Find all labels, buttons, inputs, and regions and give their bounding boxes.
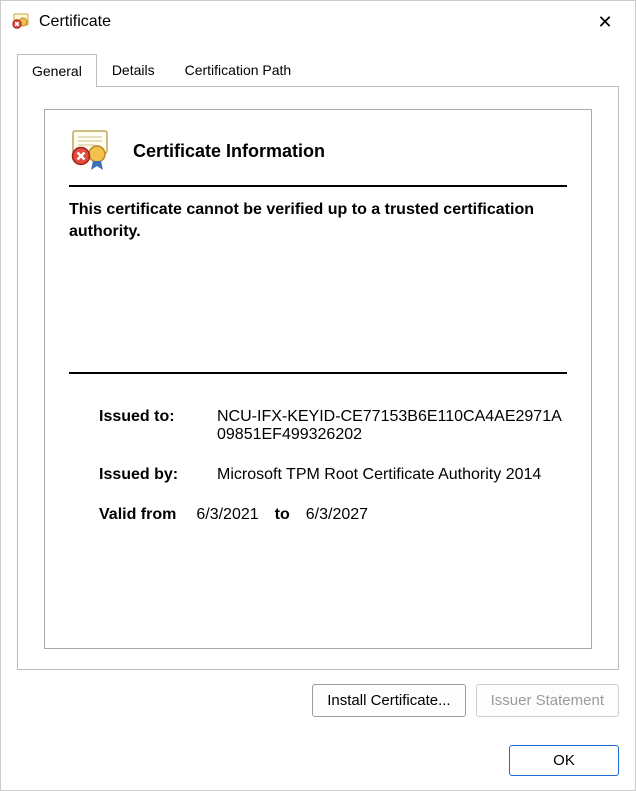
tab-details[interactable]: Details: [97, 53, 170, 86]
certificate-details: Issued to: NCU-IFX-KEYID-CE77153B6E110CA…: [69, 394, 567, 546]
certificate-ribbon-icon: [69, 128, 117, 175]
install-certificate-button[interactable]: Install Certificate...: [312, 684, 465, 717]
issued-to-value: NCU-IFX-KEYID-CE77153B6E110CA4AE2971A098…: [217, 408, 567, 444]
spacer: [69, 252, 567, 372]
dialog-footer: OK: [1, 731, 635, 790]
close-icon: ✕: [597, 12, 612, 33]
divider-top: [69, 185, 567, 187]
tab-page-general: Certificate Information This certificate…: [17, 86, 619, 670]
certificate-warning-text: This certificate cannot be verified up t…: [69, 199, 567, 242]
tab-button-row: Install Certificate... Issuer Statement: [17, 684, 619, 717]
certificate-error-icon: [11, 12, 31, 32]
issued-to-label: Issued to:: [99, 408, 217, 444]
valid-to-date: 6/3/2027: [306, 506, 368, 524]
close-button[interactable]: ✕: [585, 1, 625, 43]
certificate-panel: Certificate Information This certificate…: [44, 109, 592, 649]
client-area: General Details Certification Path: [1, 43, 635, 731]
tab-certification-path[interactable]: Certification Path: [170, 53, 307, 86]
issued-by-value: Microsoft TPM Root Certificate Authority…: [217, 466, 567, 484]
issued-to-row: Issued to: NCU-IFX-KEYID-CE77153B6E110CA…: [99, 408, 567, 444]
window-title: Certificate: [39, 13, 585, 31]
titlebar: Certificate ✕: [1, 1, 635, 43]
tab-general[interactable]: General: [17, 54, 97, 87]
certificate-dialog: Certificate ✕ General Details Certificat…: [0, 0, 636, 791]
issued-by-label: Issued by:: [99, 466, 217, 484]
valid-from-row: Valid from 6/3/2021 to 6/3/2027: [99, 506, 567, 524]
valid-to-label: to: [275, 506, 290, 524]
certificate-header: Certificate Information: [69, 118, 567, 185]
issued-by-row: Issued by: Microsoft TPM Root Certificat…: [99, 466, 567, 484]
issuer-statement-button: Issuer Statement: [476, 684, 619, 717]
divider-bottom: [69, 372, 567, 374]
tab-strip: General Details Certification Path: [17, 53, 619, 86]
ok-button[interactable]: OK: [509, 745, 619, 776]
certificate-info-heading: Certificate Information: [133, 141, 325, 162]
valid-from-label: Valid from: [99, 506, 176, 524]
valid-from-date: 6/3/2021: [196, 506, 258, 524]
